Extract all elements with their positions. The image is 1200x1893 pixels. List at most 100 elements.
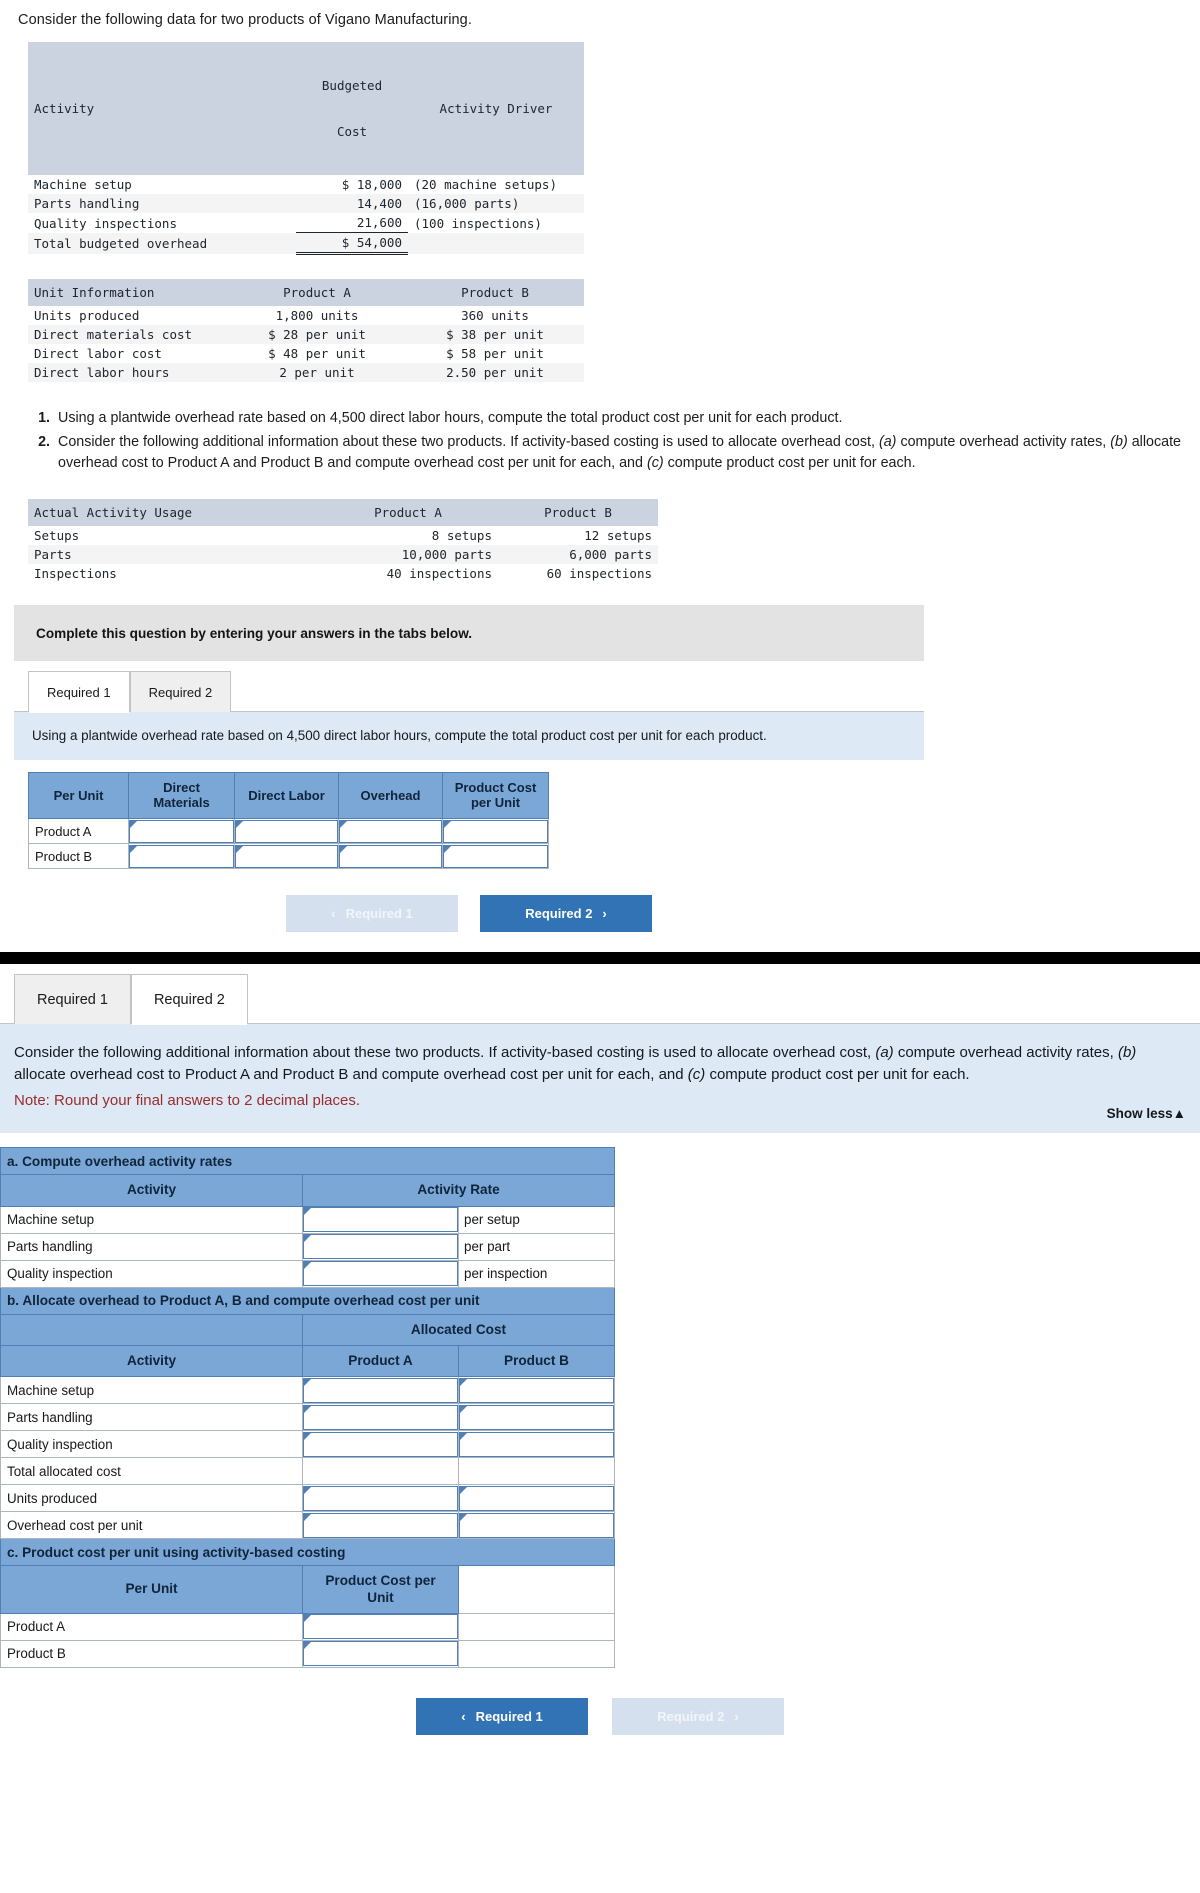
input-cell-parts-handling-rate[interactable] <box>302 1232 459 1261</box>
header-direct-labor: Direct Labor <box>234 771 339 820</box>
table-row: Quality inspection per inspection <box>0 1259 615 1288</box>
activity-name: Quality inspections <box>34 215 177 231</box>
input-cell-direct-materials-b[interactable] <box>128 843 235 870</box>
input-cell-product-cost-a[interactable] <box>442 818 549 845</box>
units-produced-input[interactable] <box>303 1485 458 1511</box>
input-cell-overhead-per-unit-a[interactable] <box>302 1511 459 1540</box>
budgeted-cost-header: Budgeted Cost <box>296 42 408 176</box>
row-label-parts-handling: Parts handling <box>0 1403 303 1432</box>
overhead-per-unit-input[interactable] <box>303 1512 458 1538</box>
activity-rate-input[interactable] <box>303 1234 458 1260</box>
overhead-input[interactable] <box>339 819 442 843</box>
allocated-cost-input[interactable] <box>303 1377 458 1403</box>
input-cell-machine-setup-rate[interactable] <box>302 1205 459 1234</box>
direct-labor-input[interactable] <box>235 819 338 843</box>
requirement-2: Consider the following additional inform… <box>54 432 1186 473</box>
prev-required-1-button[interactable]: ‹ Required 1 <box>416 1697 588 1735</box>
section-a-activity-rates-table: a. Compute overhead activity rates Activ… <box>0 1147 615 1668</box>
allocated-cost-input[interactable] <box>303 1404 458 1430</box>
table-row: Parts handling 14,400 (16,000 parts) <box>28 194 584 214</box>
prev-required-1-button[interactable]: ‹ Required 1 <box>286 895 458 933</box>
table-row: Units produced 1,800 units 360 units <box>28 306 584 325</box>
input-cell-product-cost-a[interactable] <box>302 1612 459 1641</box>
activity-driver: (20 machine setups) <box>414 177 557 193</box>
actual-activity-usage-table: Actual Activity Usage Product A Product … <box>28 499 658 583</box>
input-cell-alloc-machine-setup-a[interactable] <box>302 1376 459 1405</box>
activity-cost: 21,600 <box>296 213 408 234</box>
units-produced-input[interactable] <box>459 1485 614 1511</box>
row-label-parts-handling: Parts handling <box>0 1232 303 1261</box>
prev-button-label: Required 1 <box>345 906 413 922</box>
next-button-label: Required 2 <box>525 906 593 922</box>
overhead-per-unit-input[interactable] <box>459 1512 614 1538</box>
activity-rate-input[interactable] <box>303 1207 458 1233</box>
chevron-right-icon: › <box>602 906 607 922</box>
input-cell-product-cost-b[interactable] <box>442 843 549 870</box>
input-cell-alloc-machine-setup-b[interactable] <box>458 1376 615 1405</box>
input-cell-overhead-b[interactable] <box>338 843 443 870</box>
next-required-2-button[interactable]: Required 2 › <box>612 1697 784 1735</box>
tab-required-2[interactable]: Required 2 <box>129 671 232 713</box>
table-row: Parts handling <box>0 1403 615 1432</box>
row-label-machine-setup: Machine setup <box>0 1205 303 1234</box>
row-label: Direct labor hours <box>34 365 170 381</box>
product-b-value: 12 setups <box>584 528 652 544</box>
input-cell-overhead-per-unit-b[interactable] <box>458 1511 615 1540</box>
navigation-bar-upper: ‹ Required 1 Required 2 › <box>14 895 924 952</box>
tab-required-1[interactable]: Required 1 <box>14 974 131 1025</box>
input-cell-units-produced-b[interactable] <box>458 1484 615 1513</box>
input-cell-product-cost-b[interactable] <box>302 1639 459 1668</box>
product-cost-input[interactable] <box>303 1614 458 1640</box>
row-label: Inspections <box>34 566 117 582</box>
computed-cell-total-a <box>302 1457 459 1486</box>
direct-labor-input[interactable] <box>235 844 338 868</box>
table-row: Machine setup <box>0 1376 615 1405</box>
activity-driver-header: Activity Driver <box>408 42 584 176</box>
section-b-title: b. Allocate overhead to Product A, B and… <box>0 1286 615 1315</box>
input-cell-overhead-a[interactable] <box>338 818 443 845</box>
direct-materials-input[interactable] <box>129 844 234 868</box>
input-cell-alloc-quality-inspection-a[interactable] <box>302 1430 459 1459</box>
header-per-unit: Per Unit <box>28 771 129 820</box>
allocated-cost-input[interactable] <box>303 1431 458 1457</box>
input-cell-direct-labor-a[interactable] <box>234 818 339 845</box>
product-a-value: $ 28 per unit <box>268 327 366 343</box>
product-cost-input[interactable] <box>303 1641 458 1667</box>
input-cell-units-produced-a[interactable] <box>302 1484 459 1513</box>
activity-rate-input[interactable] <box>303 1261 458 1287</box>
empty-cell <box>458 1639 615 1668</box>
table-row: Parts handling per part <box>0 1232 615 1261</box>
tab-required-1[interactable]: Required 1 <box>28 671 130 714</box>
required-2-section: Required 1 Required 2 Consider the follo… <box>0 974 1200 1761</box>
table-row: Inspections 40 inspections 60 inspection… <box>28 564 658 583</box>
row-label-overhead-cost-per-unit: Overhead cost per unit <box>0 1511 303 1540</box>
caret-up-icon: ▲ <box>1172 1105 1186 1121</box>
direct-materials-input[interactable] <box>129 819 234 843</box>
input-cell-direct-materials-a[interactable] <box>128 818 235 845</box>
header-product-b: Product B <box>458 1344 615 1378</box>
required-2-instruction: Consider the following additional inform… <box>14 1044 1137 1083</box>
total-label: Total budgeted overhead <box>34 235 208 251</box>
input-cell-quality-inspection-rate[interactable] <box>302 1259 459 1288</box>
requirement-1: Using a plantwide overhead rate based on… <box>54 408 1186 429</box>
input-cell-alloc-parts-handling-b[interactable] <box>458 1403 615 1432</box>
show-less-button[interactable]: Show less▲ <box>1107 1104 1186 1124</box>
allocated-cost-input[interactable] <box>459 1404 614 1430</box>
activity-cost-table: Activity Budgeted Cost Activity Driver M… <box>28 42 584 256</box>
input-cell-alloc-parts-handling-a[interactable] <box>302 1403 459 1432</box>
input-cell-direct-labor-b[interactable] <box>234 843 339 870</box>
input-cell-alloc-quality-inspection-b[interactable] <box>458 1430 615 1459</box>
activity-driver: (16,000 parts) <box>414 196 520 212</box>
product-cost-input[interactable] <box>443 819 548 843</box>
allocated-cost-input[interactable] <box>459 1377 614 1403</box>
row-label-product-a: Product A <box>28 818 129 845</box>
allocated-cost-input[interactable] <box>459 1431 614 1457</box>
tab-required-2[interactable]: Required 2 <box>130 974 248 1026</box>
overhead-input[interactable] <box>339 844 442 868</box>
row-label-product-b: Product B <box>0 1639 303 1668</box>
product-cost-input[interactable] <box>443 844 548 868</box>
question-area: Consider the following data for two prod… <box>0 0 1200 952</box>
row-label-quality-inspection: Quality inspection <box>0 1259 303 1288</box>
total-cost: $ 54,000 <box>296 232 408 256</box>
next-required-2-button[interactable]: Required 2 › <box>480 895 652 933</box>
